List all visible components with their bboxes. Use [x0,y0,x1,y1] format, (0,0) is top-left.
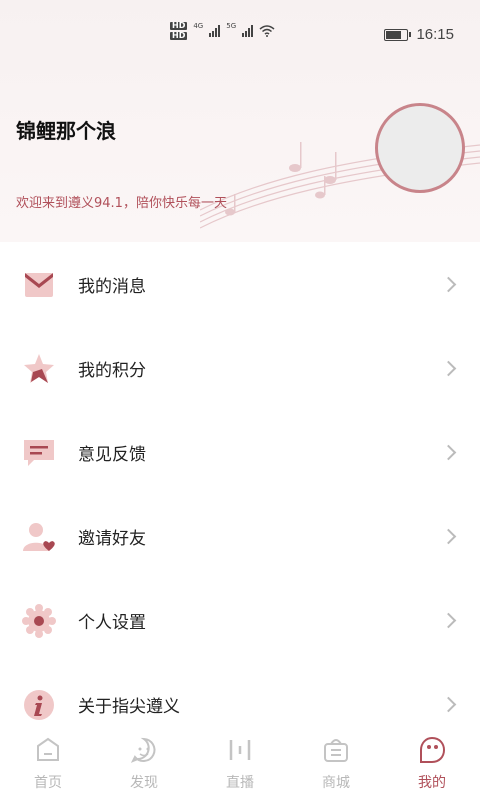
menu-item-invite[interactable]: 邀请好友 [0,494,480,578]
menu-item-messages[interactable]: 我的消息 [0,242,480,326]
envelope-icon [25,273,53,297]
discover-icon [130,737,156,763]
chevron-right-icon [440,360,457,376]
network-type: 4G [193,22,204,30]
menu-item-label: 我的积分 [78,360,146,381]
menu-item-label: 个人设置 [78,612,146,633]
tab-live[interactable]: 直播 [192,728,288,800]
tab-label: 首页 [34,775,62,791]
tab-discover[interactable]: 发现 [96,728,192,800]
tab-mine[interactable]: 我的 [384,728,480,800]
menu-item-label: 关于指尖遵义 [78,696,180,717]
chevron-right-icon [440,696,457,712]
chevron-right-icon [440,444,457,460]
menu-item-label: 邀请好友 [78,528,146,549]
tab-label: 发现 [130,775,158,791]
tab-shop[interactable]: 商城 [288,728,384,800]
tab-home[interactable]: 首页 [0,728,96,800]
info-icon [24,690,54,720]
live-icon [229,740,251,760]
tab-label: 直播 [226,775,254,791]
network-indicators: HD HD 4G 5G [170,22,275,40]
hd-badge: HD [170,31,188,40]
network-type: 5G [226,22,237,30]
username: 锦鲤那个浪 [16,119,116,143]
menu-item-label: 我的消息 [78,276,146,297]
home-icon [37,737,59,761]
star-icon [24,354,54,383]
avatar[interactable] [375,103,465,193]
chevron-right-icon [440,612,457,628]
tab-label: 商城 [322,775,350,791]
menu-list: 我的消息 我的积分 意见反馈 邀请好友 个人设置 关于指尖遵义 [0,242,480,746]
chevron-right-icon [440,528,457,544]
tab-label: 我的 [418,775,446,791]
signal-icon [242,25,254,37]
status-bar: HD HD 4G 5G 16:15 [0,0,480,70]
shop-icon [324,739,348,762]
wifi-icon [259,25,275,37]
menu-item-feedback[interactable]: 意见反馈 [0,410,480,494]
signal-icon [209,25,221,37]
clock: 16:15 [416,26,454,43]
menu-item-label: 意见反馈 [78,444,146,465]
hd-badge: HD [170,21,188,30]
feedback-icon [24,440,54,466]
mine-icon [420,736,446,763]
bottom-tab-bar: 首页 发现 直播 商城 我的 [0,728,480,800]
invite-friend-icon [23,523,55,551]
welcome-text: 欢迎来到遵义94.1，陪你快乐每一天 [16,196,227,211]
battery-icon [384,28,412,41]
chevron-right-icon [440,276,457,292]
menu-item-points[interactable]: 我的积分 [0,326,480,410]
menu-item-settings[interactable]: 个人设置 [0,578,480,662]
settings-icon [22,604,56,638]
